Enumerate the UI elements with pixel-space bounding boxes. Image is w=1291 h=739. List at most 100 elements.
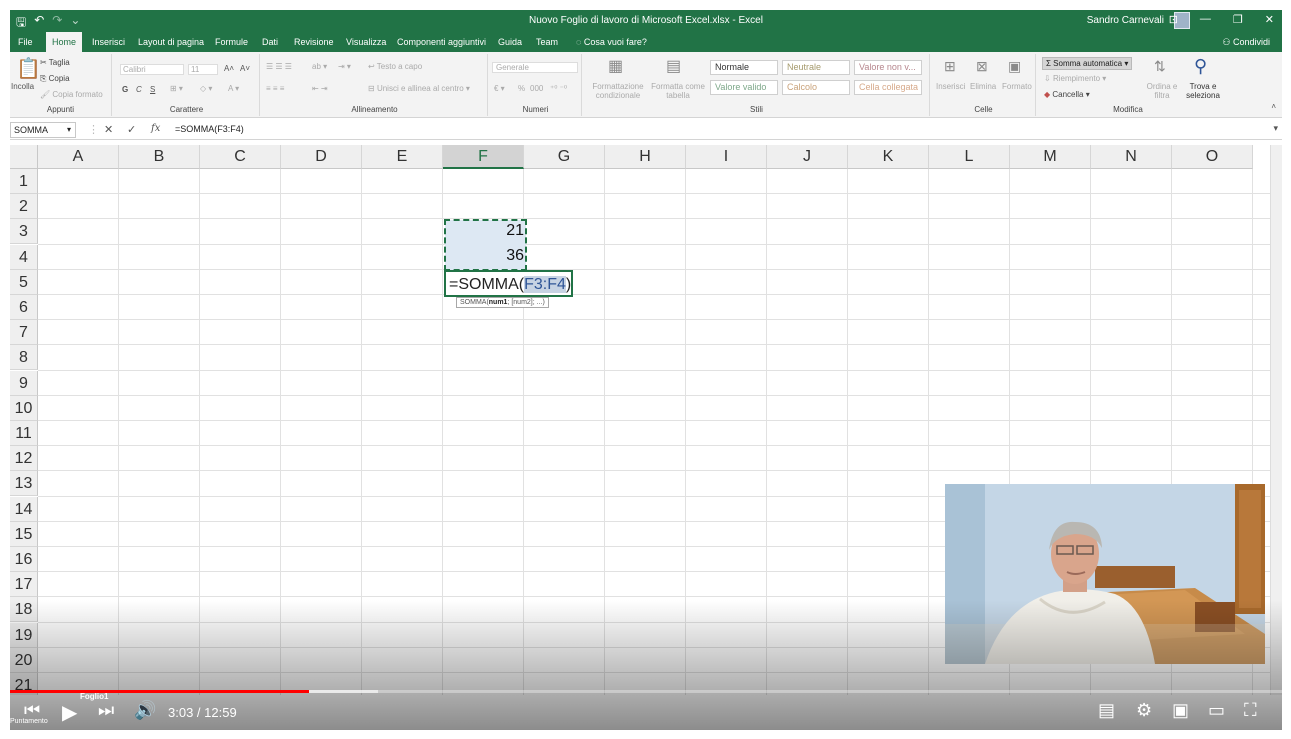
conditional-format-button[interactable]: Formattazione condizionale bbox=[588, 82, 648, 100]
volume-icon[interactable]: 🔊 bbox=[134, 700, 156, 721]
tab-home[interactable]: Home bbox=[46, 32, 83, 52]
tab-team[interactable]: Team bbox=[530, 32, 564, 52]
style-valore-non-valido[interactable]: Valore non v... bbox=[854, 60, 922, 75]
percent-button[interactable]: % bbox=[518, 84, 525, 93]
copy-button[interactable]: ⎘ Copia bbox=[40, 74, 70, 84]
tab-dati[interactable]: Dati bbox=[256, 32, 284, 52]
cell-F4[interactable]: 36 bbox=[446, 247, 524, 265]
row-header-6[interactable]: 6 bbox=[10, 295, 38, 320]
style-neutrale[interactable]: Neutrale bbox=[782, 60, 850, 75]
italic-button[interactable]: C bbox=[136, 85, 142, 94]
align-left-icon[interactable]: ≡ ≡ ≡ bbox=[266, 84, 284, 93]
tab-inserisci[interactable]: Inserisci bbox=[86, 32, 131, 52]
tab-formule[interactable]: Formule bbox=[209, 32, 254, 52]
autosum-button[interactable]: Σ Somma automatica ▾ bbox=[1042, 57, 1133, 70]
close-icon[interactable]: ✕ bbox=[1265, 13, 1274, 26]
format-table-button[interactable]: Formatta come tabella bbox=[650, 82, 706, 100]
find-select-button[interactable]: Trova e seleziona bbox=[1184, 82, 1222, 100]
column-header-e[interactable]: E bbox=[362, 145, 443, 169]
grow-font-button[interactable]: A˄ bbox=[224, 64, 234, 73]
underline-button[interactable]: S bbox=[150, 85, 155, 94]
tab-layout[interactable]: Layout di pagina bbox=[132, 32, 210, 52]
miniplayer-icon[interactable]: ▣ bbox=[1172, 700, 1189, 721]
font-color-icon[interactable]: A ▾ bbox=[228, 84, 239, 93]
column-header-o[interactable]: O bbox=[1172, 145, 1253, 169]
fill-color-icon[interactable]: ◇ ▾ bbox=[200, 84, 212, 93]
style-cella-collegata[interactable]: Cella collegata bbox=[854, 80, 922, 95]
ribbon-display-icon[interactable]: ⊡ bbox=[1169, 13, 1178, 26]
currency-icon[interactable]: € ▾ bbox=[494, 84, 505, 93]
decrease-indent-icon[interactable]: ⇤ ⇥ bbox=[312, 84, 328, 93]
column-header-g[interactable]: G bbox=[524, 145, 605, 169]
insert-function-icon[interactable]: fx bbox=[151, 123, 160, 134]
theater-mode-icon[interactable]: ▭ bbox=[1208, 700, 1225, 721]
column-header-d[interactable]: D bbox=[281, 145, 362, 169]
row-header-4[interactable]: 4 bbox=[10, 244, 38, 270]
merge-center-button[interactable]: ⊟ Unisci e allinea al centro ▾ bbox=[368, 84, 470, 93]
row-header-9[interactable]: 9 bbox=[10, 370, 38, 396]
row-header-12[interactable]: 12 bbox=[10, 446, 38, 472]
bold-button[interactable]: G bbox=[122, 85, 128, 94]
row-header-8[interactable]: 8 bbox=[10, 345, 38, 371]
column-header-i[interactable]: I bbox=[686, 145, 767, 169]
font-size-select[interactable]: 11 bbox=[188, 64, 218, 75]
name-box[interactable]: SOMMA ▾ bbox=[10, 122, 76, 138]
row-header-10[interactable]: 10 bbox=[10, 395, 38, 421]
tab-revisione[interactable]: Revisione bbox=[288, 32, 340, 52]
minimize-icon[interactable]: — bbox=[1200, 13, 1211, 26]
column-header-l[interactable]: L bbox=[929, 145, 1010, 169]
sort-filter-button[interactable]: Ordina e filtra bbox=[1142, 82, 1182, 100]
fill-button[interactable]: ⇩ Riempimento ▾ bbox=[1044, 74, 1106, 83]
play-icon[interactable]: ▶ bbox=[62, 700, 77, 725]
row-header-15[interactable]: 15 bbox=[10, 521, 38, 547]
thousands-button[interactable]: 000 bbox=[530, 84, 543, 93]
insert-cells-button[interactable]: Inserisci bbox=[936, 82, 965, 91]
subtitles-icon[interactable]: ▤ bbox=[1098, 700, 1115, 721]
cancel-formula-icon[interactable]: ✕ bbox=[104, 123, 113, 136]
function-tooltip[interactable]: SOMMA(num1; [num2]; ...) bbox=[456, 297, 549, 308]
border-icon[interactable]: ⊞ ▾ bbox=[170, 84, 183, 93]
font-name-select[interactable]: Calibri bbox=[120, 64, 184, 75]
column-header-j[interactable]: J bbox=[767, 145, 848, 169]
column-header-n[interactable]: N bbox=[1091, 145, 1172, 169]
shrink-font-button[interactable]: A˅ bbox=[240, 64, 250, 73]
tab-visualizza[interactable]: Visualizza bbox=[340, 32, 392, 52]
formula-input[interactable]: =SOMMA(F3:F4) bbox=[175, 124, 244, 134]
user-name[interactable]: Sandro Carnevali bbox=[1087, 15, 1164, 26]
paste-button[interactable]: Incolla bbox=[11, 82, 34, 91]
collapse-ribbon-icon[interactable]: ˄ bbox=[1271, 102, 1276, 111]
style-normale[interactable]: Normale bbox=[710, 60, 778, 75]
style-valore-valido[interactable]: Valore valido bbox=[710, 80, 778, 95]
column-header-h[interactable]: H bbox=[605, 145, 686, 169]
fullscreen-icon[interactable]: ⛶ bbox=[1244, 700, 1257, 721]
cell-F3[interactable]: 21 bbox=[446, 222, 524, 240]
row-header-16[interactable]: 16 bbox=[10, 547, 38, 572]
column-header-a[interactable]: A bbox=[38, 145, 119, 169]
enter-formula-icon[interactable]: ✓ bbox=[127, 123, 136, 136]
style-calcolo[interactable]: Calcolo bbox=[782, 80, 850, 95]
next-icon[interactable]: ⏭ bbox=[98, 700, 114, 721]
cell-F5-editor[interactable]: =SOMMA(F3:F4) bbox=[444, 270, 574, 297]
previous-icon[interactable]: ⏮ bbox=[24, 700, 40, 721]
settings-gear-icon[interactable]: ⚙ bbox=[1136, 700, 1152, 721]
row-header-14[interactable]: 14 bbox=[10, 496, 38, 522]
paste-icon[interactable]: 📋 bbox=[16, 56, 41, 81]
indent-icon[interactable]: ⇥ ▾ bbox=[338, 62, 351, 71]
select-all-corner[interactable] bbox=[10, 145, 38, 169]
format-painter-button[interactable]: 🖌 Copia formato bbox=[40, 90, 103, 99]
column-header-f[interactable]: F bbox=[443, 145, 524, 169]
column-header-c[interactable]: C bbox=[200, 145, 281, 169]
row-header-13[interactable]: 13 bbox=[10, 471, 38, 497]
tab-componenti[interactable]: Componenti aggiuntivi bbox=[391, 32, 492, 52]
row-header-1[interactable]: 1 bbox=[10, 169, 38, 194]
row-header-3[interactable]: 3 bbox=[10, 219, 38, 245]
column-header-m[interactable]: M bbox=[1010, 145, 1091, 169]
expand-formula-bar-icon[interactable]: ▾ bbox=[1273, 123, 1278, 134]
column-header-b[interactable]: B bbox=[119, 145, 200, 169]
row-header-17[interactable]: 17 bbox=[10, 572, 38, 598]
orientation-icon[interactable]: ab ▾ bbox=[312, 62, 327, 71]
clear-button[interactable]: ◆ Cancella ▾ bbox=[1044, 90, 1090, 99]
format-cells-button[interactable]: Formato bbox=[1002, 82, 1032, 91]
row-header-11[interactable]: 11 bbox=[10, 421, 38, 446]
delete-cells-button[interactable]: Elimina bbox=[970, 82, 996, 91]
